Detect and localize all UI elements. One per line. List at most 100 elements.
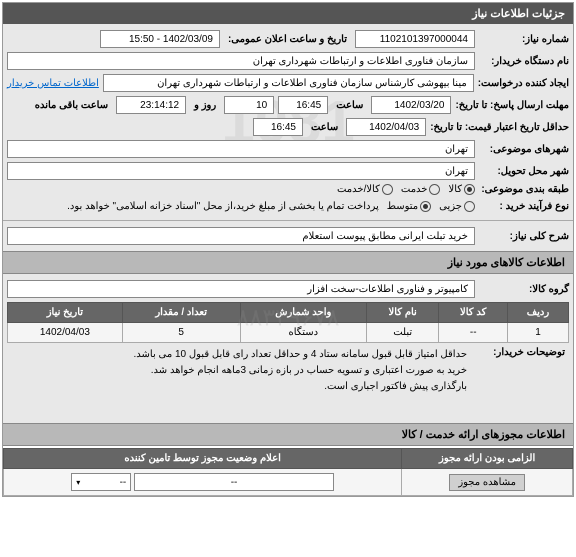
creator-label: ایجاد کننده درخواست:	[478, 78, 569, 89]
table-row: 1 -- تبلت دستگاه 5 1402/04/03	[8, 323, 569, 343]
goods-section-header: اطلاعات کالاهای مورد نیاز	[3, 251, 573, 274]
cell-row: 1	[507, 323, 568, 343]
radio-both[interactable]: کالا/خدمت	[337, 184, 393, 195]
need-number-label: شماره نیاز:	[479, 34, 569, 45]
deadline-date-field: 1402/03/20	[371, 96, 451, 114]
row-buyer-org: نام دستگاه خریدار: سازمان فناوری اطلاعات…	[7, 50, 569, 72]
row-min-valid: حداقل تاریخ اعتبار قیمت: تا تاریخ: 1402/…	[7, 116, 569, 138]
delivery-city-label: شهر محل تحویل:	[479, 166, 569, 177]
radio-service-label: خدمت	[401, 184, 428, 195]
spacer	[3, 403, 573, 423]
status-field: --	[134, 473, 334, 491]
radio-icon	[429, 184, 440, 195]
summary-label: شرح کلی نیاز:	[479, 231, 569, 242]
permits-header-row: الزامی بودن ارائه مجوز اعلام وضعیت مجوز …	[4, 449, 573, 469]
category-label: طبقه بندی موضوعی:	[479, 184, 569, 195]
radio-icon	[464, 201, 475, 212]
radio-both-label: کالا/خدمت	[337, 184, 380, 195]
col-unit: واحد شمارش	[240, 303, 366, 323]
panel-body: 1081 شماره نیاز: 1102101397000044 تاریخ …	[3, 24, 573, 220]
radio-goods-label: کالا	[448, 184, 462, 195]
chevron-down-icon: ▾	[76, 478, 80, 487]
radio-partial-label: جزیی	[439, 201, 462, 212]
buyer-notes-label: توضیحات خریدار:	[475, 347, 565, 395]
deadline-time-field: 16:45	[278, 96, 328, 114]
cell-qty: 5	[122, 323, 240, 343]
row-delivery-city: شهر محل تحویل: تهران	[7, 160, 569, 182]
goods-body: گروه کالا: کامپیوتر و فناوری اطلاعات-سخت…	[3, 274, 573, 403]
need-details-panel: جزئیات اطلاعات نیاز 1081 شماره نیاز: 110…	[2, 2, 574, 497]
row-summary: شرح کلی نیاز: خرید تبلت ایرانی مطابق پیو…	[7, 225, 569, 247]
radio-icon	[420, 201, 431, 212]
row-creator: ایجاد کننده درخواست: مینا بیهوشی کارشناس…	[7, 72, 569, 94]
time-label-1: ساعت	[332, 100, 367, 111]
col-code: کد کالا	[439, 303, 508, 323]
goods-group-label: گروه کالا:	[479, 284, 569, 295]
buyer-notes-row: توضیحات خریدار: حداقل امتیاز قابل قبول س…	[7, 343, 569, 399]
category-radio-group: کالا خدمت کالا/خدمت	[337, 184, 475, 195]
remain-label: ساعت باقی مانده	[31, 100, 112, 111]
announce-label: تاریخ و ساعت اعلان عمومی:	[224, 34, 351, 45]
deadline-label: مهلت ارسال پاسخ: تا تاریخ:	[455, 100, 569, 111]
panel-title: جزئیات اطلاعات نیاز	[3, 3, 573, 24]
row-process: نوع فرآیند خرید : جزیی متوسط پرداخت تمام…	[7, 197, 569, 216]
row-deadline: مهلت ارسال پاسخ: تا تاریخ: 1402/03/20 سا…	[7, 94, 569, 116]
radio-medium[interactable]: متوسط	[387, 201, 431, 212]
buyer-notes-text: حداقل امتیاز قابل قبول سامانه ستاد 4 و ح…	[133, 347, 467, 395]
cell-unit: دستگاه	[240, 323, 366, 343]
days-label: روز و	[190, 100, 220, 111]
subject-city-field: تهران	[7, 140, 475, 158]
buyer-org-field: سازمان فناوری اطلاعات و ارتباطات شهرداری…	[7, 52, 475, 70]
summary-field: خرید تبلت ایرانی مطابق پیوست استعلام	[7, 227, 475, 245]
process-radio-group: جزیی متوسط	[387, 201, 475, 212]
radio-goods[interactable]: کالا	[448, 184, 475, 195]
view-permit-button[interactable]: مشاهده مجوز	[449, 474, 525, 491]
radio-partial[interactable]: جزیی	[439, 201, 475, 212]
buyer-org-label: نام دستگاه خریدار:	[479, 56, 569, 67]
countdown-field: 23:14:12	[116, 96, 186, 114]
min-valid-time-field: 16:45	[253, 118, 303, 136]
table-header-row: ردیف کد کالا نام کالا واحد شمارش تعداد /…	[8, 303, 569, 323]
permits-section-header: اطلاعات مجوزهای ارائه خدمت / کالا	[3, 423, 573, 446]
cell-status: -- -- ▾	[4, 469, 402, 496]
creator-field: مینا بیهوشی کارشناس سازمان فناوری اطلاعا…	[103, 74, 474, 92]
summary-body: شرح کلی نیاز: خرید تبلت ایرانی مطابق پیو…	[3, 220, 573, 251]
permits-table: الزامی بودن ارائه مجوز اعلام وضعیت مجوز …	[3, 448, 573, 496]
permit-select[interactable]: -- ▾	[71, 473, 131, 491]
process-label: نوع فرآیند خرید :	[479, 201, 569, 212]
cell-name: تبلت	[366, 323, 438, 343]
goods-table-wrap: ۸۸۳۴۹۶۷۸ ردیف کد کالا نام کالا واحد شمار…	[7, 302, 569, 343]
permits-row: مشاهده مجوز -- -- ▾	[4, 469, 573, 496]
time-label-2: ساعت	[307, 122, 342, 133]
select-value: --	[120, 477, 127, 488]
days-field: 10	[224, 96, 274, 114]
row-subject-city: شهرهای موضوعی: تهران	[7, 138, 569, 160]
payment-note: پرداخت تمام یا بخشی از مبلغ خرید،از محل …	[63, 199, 383, 214]
cell-code: --	[439, 323, 508, 343]
need-number-field: 1102101397000044	[355, 30, 475, 48]
announce-field: 1402/03/09 - 15:50	[100, 30, 220, 48]
permits-body: الزامی بودن ارائه مجوز اعلام وضعیت مجوز …	[3, 448, 573, 496]
cell-date: 1402/04/03	[8, 323, 123, 343]
col-name: نام کالا	[366, 303, 438, 323]
col-date: تاریخ نیاز	[8, 303, 123, 323]
row-need-number: شماره نیاز: 1102101397000044 تاریخ و ساع…	[7, 28, 569, 50]
row-goods-group: گروه کالا: کامپیوتر و فناوری اطلاعات-سخت…	[7, 278, 569, 300]
radio-icon	[464, 184, 475, 195]
col-qty: تعداد / مقدار	[122, 303, 240, 323]
min-valid-label: حداقل تاریخ اعتبار قیمت: تا تاریخ:	[430, 122, 569, 133]
col-row: ردیف	[507, 303, 568, 323]
radio-icon	[382, 184, 393, 195]
min-valid-date-field: 1402/04/03	[346, 118, 426, 136]
delivery-city-field: تهران	[7, 162, 475, 180]
col-required: الزامی بودن ارائه مجوز	[402, 449, 573, 469]
col-status: اعلام وضعیت مجوز توسط تامین کننده	[4, 449, 402, 469]
radio-medium-label: متوسط	[387, 201, 418, 212]
cell-view-permit: مشاهده مجوز	[402, 469, 573, 496]
goods-group-field: کامپیوتر و فناوری اطلاعات-سخت افزار	[7, 280, 475, 298]
radio-service[interactable]: خدمت	[401, 184, 441, 195]
subject-city-label: شهرهای موضوعی:	[479, 144, 569, 155]
row-category: طبقه بندی موضوعی: کالا خدمت کالا/خدمت	[7, 182, 569, 197]
goods-table: ردیف کد کالا نام کالا واحد شمارش تعداد /…	[7, 302, 569, 343]
buyer-contact-link[interactable]: اطلاعات تماس خریدار	[7, 78, 99, 89]
